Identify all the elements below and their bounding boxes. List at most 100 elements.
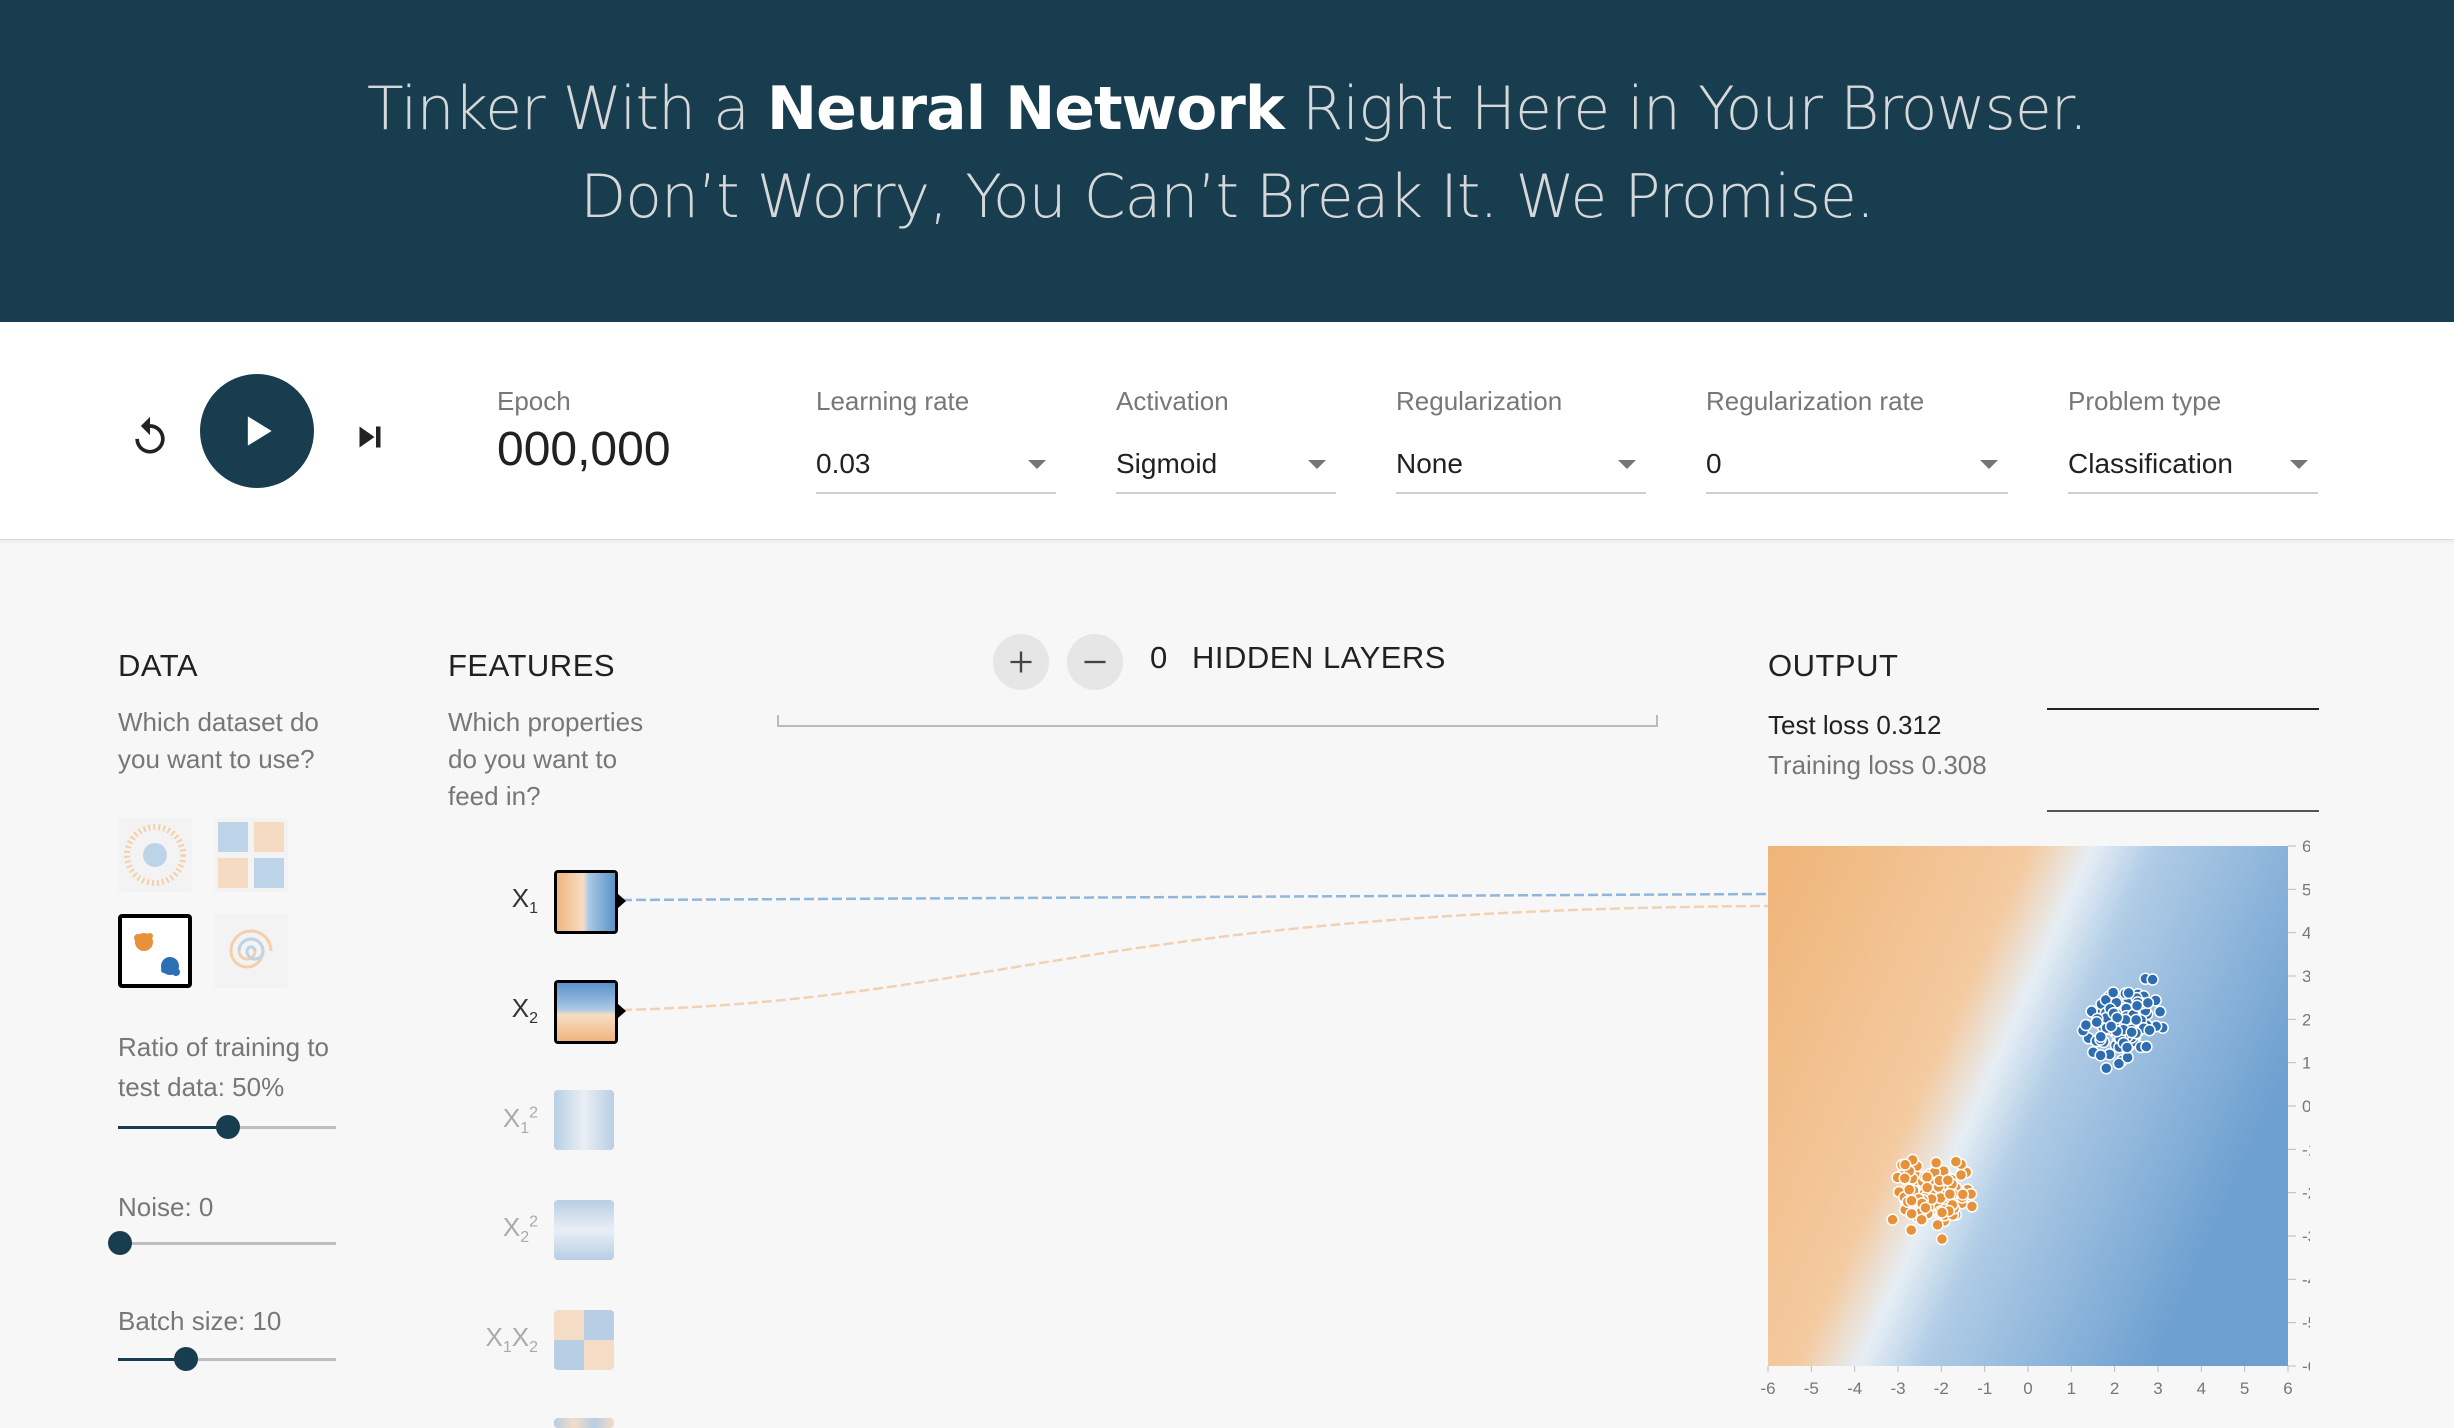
x-tick-label: 3 bbox=[2153, 1379, 2162, 1398]
feature-x2-node[interactable] bbox=[554, 980, 618, 1044]
y-tick-label: -4 bbox=[2302, 1270, 2310, 1289]
x-tick-label: -2 bbox=[1934, 1379, 1949, 1398]
y-tick-label: -3 bbox=[2302, 1227, 2310, 1246]
y-tick-label: 3 bbox=[2302, 967, 2310, 986]
data-point bbox=[1929, 1156, 1943, 1170]
training-loss-curve bbox=[2047, 810, 2319, 812]
y-tick-label: -5 bbox=[2302, 1314, 2310, 1333]
data-point bbox=[2153, 1005, 2167, 1018]
x-tick-label: 0 bbox=[2023, 1379, 2032, 1398]
feature-x1-squared-label: X12 bbox=[502, 1103, 538, 1138]
test-loss: Test loss 0.312 bbox=[1768, 710, 1942, 740]
data-point bbox=[2090, 1015, 2103, 1029]
y-tick-label: 6 bbox=[2302, 837, 2310, 856]
feature-x1-squared-node[interactable] bbox=[554, 1090, 614, 1150]
data-point bbox=[1903, 1183, 1916, 1196]
data-point bbox=[2079, 1018, 2093, 1032]
x-tick-label: 5 bbox=[2240, 1379, 2249, 1398]
data-point bbox=[2130, 999, 2144, 1012]
data-point bbox=[1956, 1188, 1970, 1201]
y-tick-label: 5 bbox=[2302, 880, 2310, 899]
x-tick-label: -6 bbox=[1760, 1379, 1775, 1398]
test-loss-curve bbox=[2047, 708, 2319, 710]
x-axis: -6 -5 -4 -3 -2 -1 0 1 2 3 4 5 6 bbox=[1760, 1366, 2293, 1398]
feature-x2-output-arrow-icon bbox=[618, 1004, 626, 1018]
data-point bbox=[1949, 1155, 1963, 1168]
x-tick-label: -1 bbox=[1977, 1379, 1992, 1398]
feature-x2-squared-node[interactable] bbox=[554, 1200, 614, 1260]
x-tick-label: 1 bbox=[2067, 1379, 2076, 1398]
y-tick-label: 1 bbox=[2302, 1054, 2310, 1073]
data-point bbox=[1920, 1181, 1934, 1194]
data-point bbox=[1905, 1207, 1918, 1221]
feature-x1x2-heatmap bbox=[554, 1310, 614, 1370]
data-point bbox=[2146, 973, 2159, 986]
x-tick-label: 2 bbox=[2110, 1379, 2119, 1398]
y-tick-label: -1 bbox=[2302, 1140, 2310, 1159]
data-point bbox=[2120, 1041, 2134, 1054]
hidden-layers-bracket bbox=[777, 715, 1658, 727]
hidden-layers-label: HIDDEN LAYERS bbox=[1192, 640, 1446, 675]
y-tick-label: 2 bbox=[2302, 1010, 2310, 1029]
data-point bbox=[1919, 1201, 1932, 1215]
plus-icon bbox=[1010, 651, 1032, 673]
feature-sin-x1-heatmap bbox=[554, 1418, 614, 1428]
feature-x2-squared-label: X22 bbox=[502, 1212, 538, 1247]
y-axis: 6 5 4 3 2 1 0 -1 -2 -3 -4 -5 -6 bbox=[2288, 837, 2310, 1376]
y-tick-label: 0 bbox=[2302, 1097, 2310, 1116]
link-x1-output[interactable] bbox=[621, 892, 1769, 902]
data-point bbox=[1904, 1223, 1918, 1237]
training-loss: Training loss 0.308 bbox=[1768, 750, 1987, 780]
hidden-layers-count: 0 bbox=[1150, 640, 1168, 675]
feature-x1x2-label: X1X2 bbox=[485, 1322, 539, 1357]
feature-sin-x1-node[interactable] bbox=[554, 1418, 614, 1428]
data-point bbox=[1935, 1206, 1949, 1219]
data-point bbox=[1931, 1218, 1944, 1232]
data-point bbox=[2100, 1061, 2113, 1075]
data-point bbox=[1886, 1213, 1899, 1226]
feature-x1-squared-heatmap bbox=[554, 1090, 614, 1150]
data-point bbox=[1943, 1187, 1957, 1201]
data-point bbox=[2104, 1020, 2118, 1033]
data-point bbox=[1898, 1158, 1912, 1171]
minus-icon bbox=[1084, 660, 1106, 664]
x-tick-label: 4 bbox=[2197, 1379, 2206, 1398]
data-point bbox=[2143, 1024, 2156, 1037]
remove-layer-button[interactable] bbox=[1067, 634, 1123, 690]
feature-x2-heatmap bbox=[557, 983, 615, 1041]
data-point bbox=[1920, 1170, 1934, 1184]
data-point bbox=[1965, 1200, 1979, 1213]
feature-x1-node[interactable] bbox=[554, 870, 618, 934]
data-point bbox=[2122, 986, 2135, 1000]
x-tick-label: 6 bbox=[2283, 1379, 2292, 1398]
data-point bbox=[2141, 996, 2155, 1010]
feature-x1-output-arrow-icon bbox=[618, 894, 626, 908]
feature-x1x2-node[interactable] bbox=[554, 1310, 614, 1370]
data-point bbox=[1905, 1194, 1918, 1207]
data-point bbox=[1915, 1213, 1928, 1226]
y-tick-label: -2 bbox=[2302, 1184, 2310, 1203]
x-tick-label: -4 bbox=[1847, 1379, 1862, 1398]
data-point bbox=[1898, 1172, 1912, 1185]
output-heading: OUTPUT bbox=[1768, 648, 1899, 683]
y-tick-label: -6 bbox=[2302, 1357, 2310, 1376]
data-point bbox=[1935, 1232, 1949, 1246]
output-plot: -6 -5 -4 -3 -2 -1 0 1 2 3 4 5 6 6 5 4 3 2 1 0 -1 -2 -3 -4 -5 -6 bbox=[1760, 837, 2310, 1398]
link-x2-output[interactable] bbox=[621, 904, 1769, 1012]
data-point bbox=[2140, 1040, 2153, 1053]
data-point bbox=[2094, 1049, 2107, 1062]
feature-x1-label: X1 bbox=[511, 883, 538, 918]
data-point bbox=[2129, 1013, 2143, 1027]
y-tick-label: 4 bbox=[2302, 924, 2310, 943]
feature-x1-heatmap bbox=[557, 873, 615, 931]
decision-boundary-heatmap bbox=[1768, 846, 2288, 1366]
data-point bbox=[1941, 1173, 1955, 1187]
add-layer-button[interactable] bbox=[993, 634, 1049, 690]
data-point bbox=[2094, 1030, 2107, 1043]
feature-x2-label: X2 bbox=[511, 993, 538, 1028]
feature-x2-squared-heatmap bbox=[554, 1200, 614, 1260]
x-tick-label: -5 bbox=[1804, 1379, 1819, 1398]
data-point bbox=[2106, 986, 2120, 999]
data-point bbox=[2125, 1026, 2138, 1039]
x-tick-label: -3 bbox=[1890, 1379, 1905, 1398]
